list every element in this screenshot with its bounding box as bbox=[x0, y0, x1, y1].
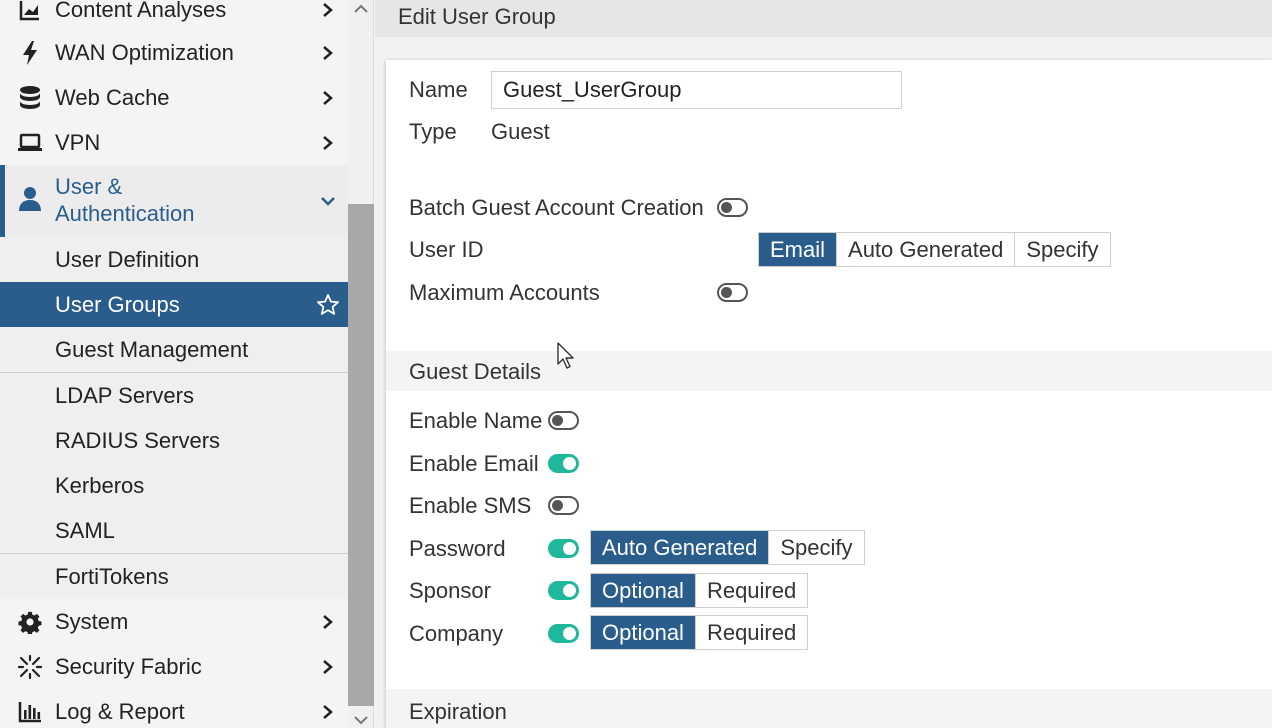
edit-user-group-form: Name Type Guest Batch Guest Account Crea… bbox=[386, 60, 1272, 728]
active-group-indicator bbox=[0, 165, 5, 237]
nav-item-web-cache[interactable]: Web Cache bbox=[0, 75, 348, 120]
type-label: Type bbox=[409, 119, 457, 144]
chevron-right-icon bbox=[318, 657, 338, 677]
chevron-right-icon bbox=[318, 0, 338, 20]
chevron-right-icon bbox=[318, 702, 338, 722]
company-label: Company bbox=[409, 621, 504, 646]
user-id-option-email[interactable]: Email bbox=[759, 233, 837, 266]
bolt-icon bbox=[17, 40, 43, 66]
company-toggle[interactable] bbox=[548, 624, 579, 643]
nav-label: User Definition bbox=[55, 246, 200, 272]
nav-item-security-fabric[interactable]: Security Fabric bbox=[0, 644, 348, 689]
sponsor-label: Sponsor bbox=[409, 578, 491, 603]
password-option-auto-generated[interactable]: Auto Generated bbox=[591, 531, 769, 564]
chevron-right-icon bbox=[318, 88, 338, 108]
nav-label: Content Analyses bbox=[55, 0, 227, 22]
nav-label: SAML bbox=[55, 517, 115, 543]
chevron-right-icon bbox=[318, 612, 338, 632]
chart-area-icon bbox=[17, 0, 43, 23]
nav-item-system[interactable]: System bbox=[0, 599, 348, 644]
name-label: Name bbox=[409, 77, 468, 102]
sponsor-option-optional[interactable]: Optional bbox=[591, 574, 695, 607]
nav-label-user-authentication: User & Authentication bbox=[55, 173, 194, 227]
user-icon bbox=[17, 186, 43, 212]
nav-label-line: User & bbox=[55, 174, 123, 199]
enable-email-label: Enable Email bbox=[409, 451, 539, 476]
mouse-cursor-icon bbox=[557, 342, 574, 369]
nav-label: Guest Management bbox=[55, 336, 249, 362]
page-title: Edit User Group bbox=[398, 4, 556, 29]
database-icon bbox=[17, 85, 43, 111]
password-label: Password bbox=[409, 536, 506, 561]
sidebar-item-radius-servers[interactable]: RADIUS Servers bbox=[0, 418, 348, 463]
sidebar-item-user-definition[interactable]: User Definition bbox=[0, 237, 348, 282]
company-selector: Optional Required bbox=[590, 615, 809, 650]
enable-sms-label: Enable SMS bbox=[409, 493, 532, 518]
nav-label: VPN bbox=[55, 129, 101, 155]
chevron-right-icon bbox=[318, 43, 338, 63]
chevron-right-icon bbox=[318, 133, 338, 153]
scroll-up-arrow-icon[interactable] bbox=[352, 0, 370, 18]
enable-email-toggle[interactable] bbox=[548, 454, 579, 473]
gear-icon bbox=[17, 609, 43, 635]
laptop-icon bbox=[17, 130, 43, 156]
nav-label: Kerberos bbox=[55, 472, 145, 498]
type-value: Guest bbox=[491, 119, 550, 144]
user-id-option-auto-generated[interactable]: Auto Generated bbox=[836, 233, 1014, 266]
user-id-selector: Email Auto Generated Specify bbox=[758, 232, 1111, 267]
security-fabric-icon bbox=[17, 654, 43, 680]
nav-label: FortiTokens bbox=[55, 563, 169, 589]
sidebar-item-user-groups[interactable]: User Groups bbox=[0, 282, 348, 327]
sidebar-item-ldap-servers[interactable]: LDAP Servers bbox=[0, 373, 348, 418]
sponsor-selector: Optional Required bbox=[590, 573, 809, 608]
expiration-title: Expiration bbox=[409, 699, 507, 724]
nav-label: Web Cache bbox=[55, 84, 170, 110]
name-input[interactable] bbox=[491, 71, 902, 109]
nav-label: System bbox=[55, 608, 129, 634]
expiration-section-header bbox=[386, 689, 1272, 728]
chevron-down-icon[interactable] bbox=[318, 191, 338, 211]
enable-name-toggle[interactable] bbox=[548, 411, 579, 430]
nav-label: Security Fabric bbox=[55, 653, 202, 679]
star-icon[interactable] bbox=[316, 293, 340, 317]
enable-name-label: Enable Name bbox=[409, 408, 543, 433]
nav-item-wan-optimization[interactable]: WAN Optimization bbox=[0, 30, 348, 75]
sidebar-item-kerberos[interactable]: Kerberos bbox=[0, 463, 348, 508]
scroll-down-arrow-icon[interactable] bbox=[352, 711, 370, 728]
nav-label-line: Authentication bbox=[55, 201, 195, 226]
sidebar-item-guest-management[interactable]: Guest Management bbox=[0, 327, 348, 372]
user-id-option-specify[interactable]: Specify bbox=[1014, 233, 1109, 266]
sponsor-option-required[interactable]: Required bbox=[694, 574, 807, 607]
nav-label: LDAP Servers bbox=[55, 382, 194, 408]
sidebar-item-saml[interactable]: SAML bbox=[0, 508, 348, 553]
maximum-accounts-label: Maximum Accounts bbox=[409, 280, 600, 305]
batch-guest-account-label: Batch Guest Account Creation bbox=[409, 195, 704, 220]
nav-label: User Groups bbox=[55, 291, 180, 317]
nav-item-vpn[interactable]: VPN bbox=[0, 120, 348, 165]
maximum-accounts-toggle[interactable] bbox=[717, 283, 748, 302]
password-toggle[interactable] bbox=[548, 539, 579, 558]
bar-chart-icon bbox=[17, 699, 43, 725]
company-option-optional[interactable]: Optional bbox=[591, 616, 695, 649]
password-selector: Auto Generated Specify bbox=[590, 530, 865, 565]
enable-sms-toggle[interactable] bbox=[548, 496, 579, 515]
guest-details-title: Guest Details bbox=[409, 359, 542, 384]
scrollbar-thumb[interactable] bbox=[348, 204, 374, 706]
password-option-specify[interactable]: Specify bbox=[768, 531, 863, 564]
sponsor-toggle[interactable] bbox=[548, 581, 579, 600]
sidebar: Content Analyses WAN Optimization Web Ca… bbox=[0, 0, 348, 728]
nav-item-content-analyses[interactable]: Content Analyses bbox=[0, 0, 348, 32]
nav-item-log-report[interactable]: Log & Report bbox=[0, 689, 348, 728]
nav-label: RADIUS Servers bbox=[55, 427, 221, 453]
sidebar-item-fortitokens[interactable]: FortiTokens bbox=[0, 554, 348, 599]
company-option-required[interactable]: Required bbox=[694, 616, 807, 649]
batch-guest-account-toggle[interactable] bbox=[717, 198, 748, 217]
user-id-label: User ID bbox=[409, 237, 484, 262]
nav-label: Log & Report bbox=[55, 698, 185, 724]
nav-label: WAN Optimization bbox=[55, 39, 234, 65]
